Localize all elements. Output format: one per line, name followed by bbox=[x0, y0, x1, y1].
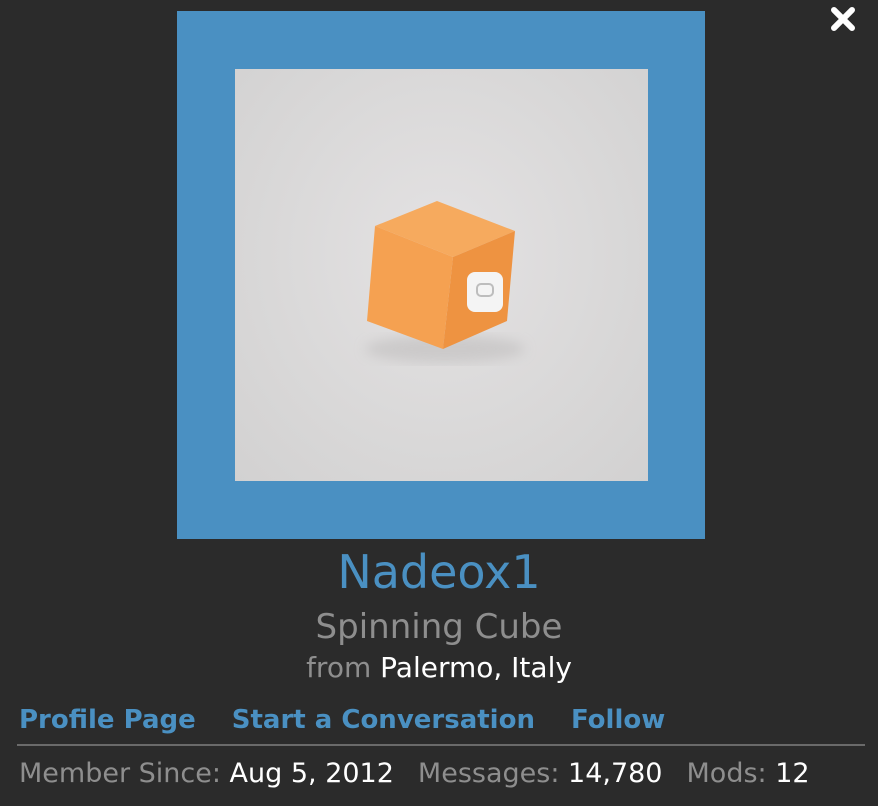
from-label: from bbox=[306, 651, 372, 684]
avatar[interactable] bbox=[177, 11, 705, 539]
location-line: from Palermo, Italy bbox=[0, 648, 878, 688]
mods-value: 12 bbox=[775, 758, 810, 789]
location: Palermo, Italy bbox=[380, 651, 572, 684]
orange-cube-avatar bbox=[365, 201, 525, 363]
messages-label: Messages: bbox=[417, 758, 560, 789]
member-since-label: Member Since: bbox=[19, 758, 221, 789]
messages-stat: Messages: 14,780 bbox=[418, 754, 663, 794]
profile-page-link[interactable]: Profile Page bbox=[19, 700, 196, 740]
close-icon[interactable] bbox=[828, 4, 858, 34]
mods-label: Mods: bbox=[686, 758, 767, 789]
member-since-value: Aug 5, 2012 bbox=[229, 758, 394, 789]
user-title: Spinning Cube bbox=[315, 607, 563, 647]
mods-stat: Mods: 12 bbox=[687, 754, 810, 794]
follow-link[interactable]: Follow bbox=[571, 700, 665, 740]
avatar-image bbox=[235, 69, 648, 481]
profile-actions: Profile Page Start a Conversation Follow bbox=[19, 700, 665, 740]
messages-value: 14,780 bbox=[568, 758, 663, 789]
member-since-stat: Member Since: Aug 5, 2012 bbox=[19, 754, 394, 794]
member-stats: Member Since: Aug 5, 2012 Messages: 14,7… bbox=[19, 754, 810, 794]
start-conversation-link[interactable]: Start a Conversation bbox=[232, 700, 535, 740]
username[interactable]: Nadeox1 bbox=[0, 543, 878, 601]
divider bbox=[17, 744, 865, 746]
member-tooltip: Nadeox1 Spinning Cube from Palermo, Ital… bbox=[0, 0, 878, 806]
